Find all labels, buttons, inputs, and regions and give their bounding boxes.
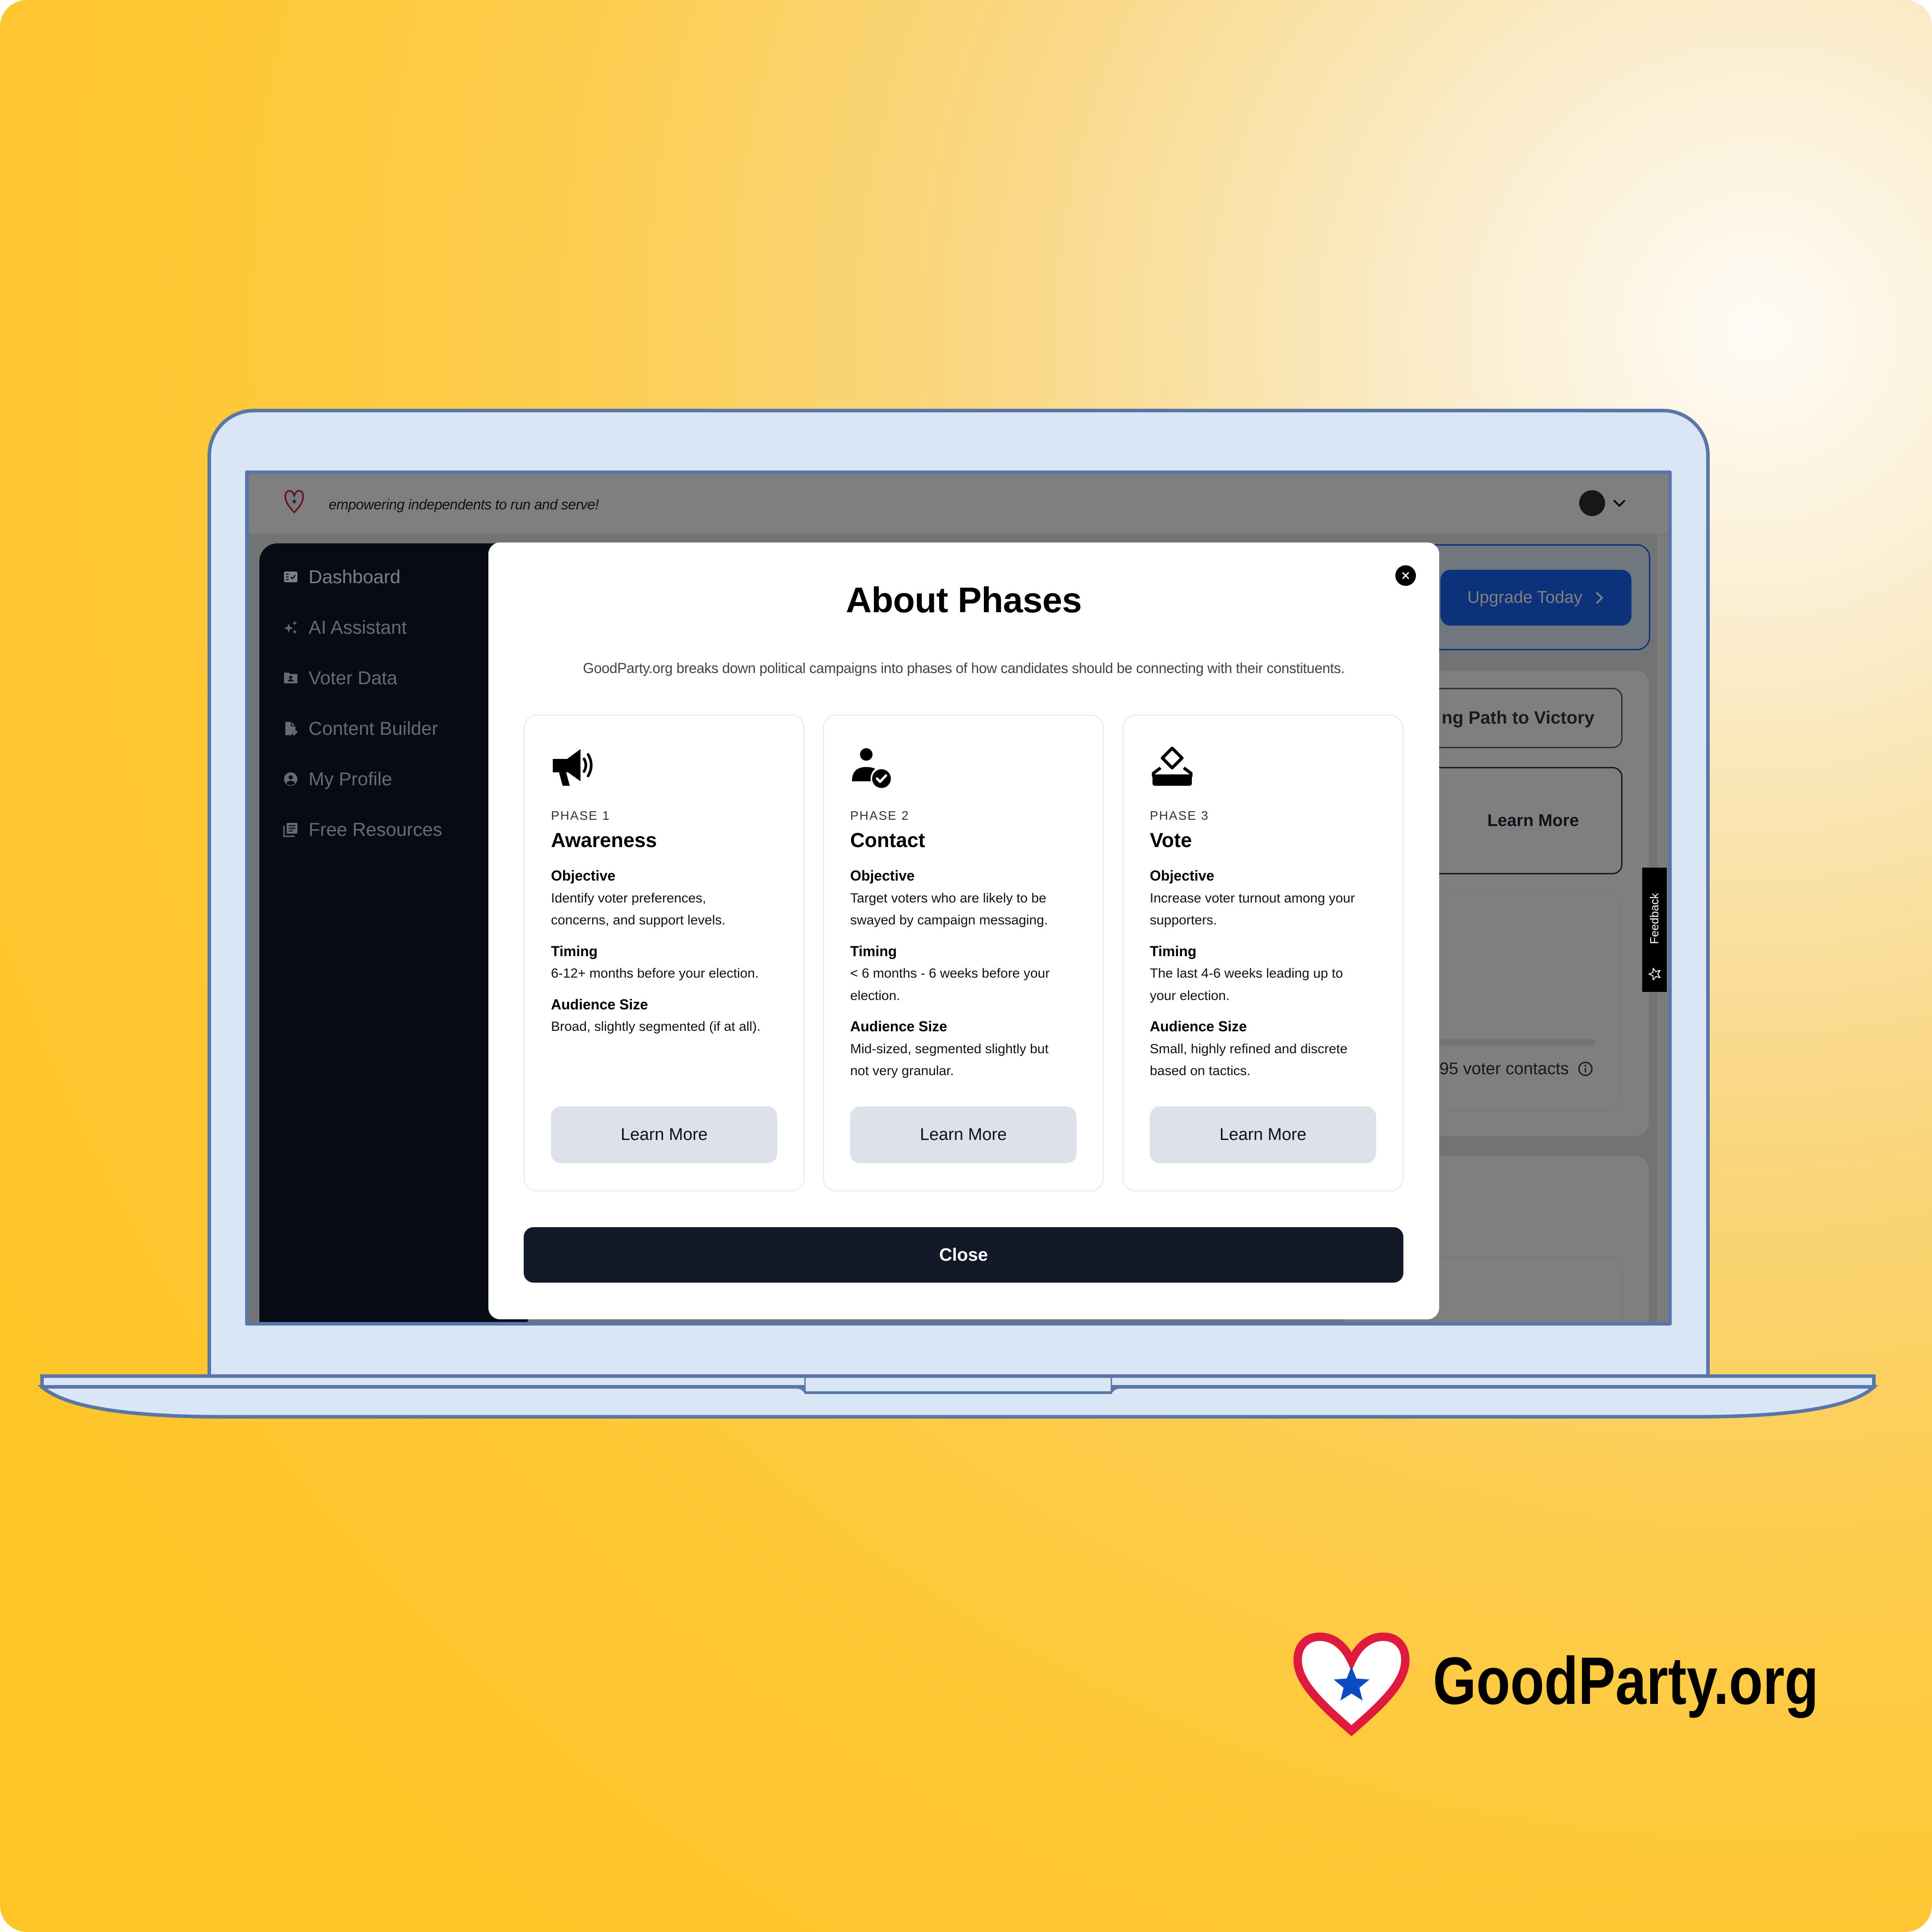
audience-size-section: Audience Size Mid-sized, segmented sligh… xyxy=(850,1016,1092,1082)
close-button[interactable]: Close xyxy=(524,1227,1403,1283)
section-heading: Objective xyxy=(1150,868,1215,884)
section-heading: Audience Size xyxy=(551,996,648,1013)
learn-more-button-awareness[interactable]: Learn More xyxy=(551,1106,777,1163)
about-phases-modal: About Phases GoodParty.org breaks down p… xyxy=(488,542,1439,1319)
objective-section: Objective Identify voter preferences, co… xyxy=(551,865,792,932)
phase-name: Awareness xyxy=(551,829,657,852)
section-heading: Timing xyxy=(850,943,897,959)
section-heading: Timing xyxy=(551,943,598,959)
megaphone-icon xyxy=(553,749,593,786)
phase-details: Objective Identify voter preferences, co… xyxy=(551,865,792,1038)
objective-section: Objective Target voters who are likely t… xyxy=(850,865,1092,932)
section-heading: Audience Size xyxy=(850,1018,947,1034)
learn-more-button-vote[interactable]: Learn More xyxy=(1150,1106,1376,1163)
ballot-box-icon xyxy=(1152,746,1193,786)
section-text: Identify voter preferences, concerns, an… xyxy=(551,890,726,928)
feedback-label: Feedback xyxy=(1648,893,1661,945)
phase-details: Objective Target voters who are likely t… xyxy=(850,865,1092,1082)
phase-label: PHASE 1 xyxy=(551,809,610,822)
modal-subtitle: GoodParty.org breaks down political camp… xyxy=(583,660,1345,676)
close-icon xyxy=(1402,572,1409,579)
phase-name: Vote xyxy=(1150,829,1192,852)
timing-section: Timing 6-12+ months before your election… xyxy=(551,941,792,985)
timing-section: Timing < 6 months - 6 weeks before your … xyxy=(850,941,1092,1007)
section-text: < 6 months - 6 weeks before your electio… xyxy=(850,966,1050,1003)
phase-card-vote: PHASE 3 Vote Objective Increase voter tu… xyxy=(1123,715,1403,1191)
section-heading: Objective xyxy=(850,868,915,884)
star-outline-icon xyxy=(1648,968,1661,980)
section-text: Increase voter turnout among your suppor… xyxy=(1150,890,1355,928)
laptop-base xyxy=(37,1374,1878,1419)
phase-label: PHASE 3 xyxy=(1150,809,1209,822)
audience-size-section: Audience Size Small, highly refined and … xyxy=(1150,1016,1391,1082)
section-text: Small, highly refined and discrete based… xyxy=(1150,1041,1347,1079)
heart-star-logo-icon xyxy=(1293,1632,1410,1737)
person-check-icon xyxy=(852,748,891,788)
feedback-tab[interactable]: Feedback xyxy=(1642,868,1667,992)
phase-name: Contact xyxy=(850,829,925,852)
section-heading: Audience Size xyxy=(1150,1018,1247,1034)
section-text: Broad, slightly segmented (if at all). xyxy=(551,1019,761,1034)
timing-section: Timing The last 4-6 weeks leading up to … xyxy=(1150,941,1391,1007)
modal-title: About Phases xyxy=(846,580,1082,620)
section-text: Target voters who are likely to be swaye… xyxy=(850,890,1048,928)
audience-size-section: Audience Size Broad, slightly segmented … xyxy=(551,994,792,1038)
learn-more-button-contact[interactable]: Learn More xyxy=(850,1106,1076,1163)
phase-details: Objective Increase voter turnout among y… xyxy=(1150,865,1391,1082)
phase-label: PHASE 2 xyxy=(850,809,910,822)
section-heading: Objective xyxy=(551,868,616,884)
phase-card-contact: PHASE 2 Contact Objective Target voters … xyxy=(823,715,1104,1191)
section-text: The last 4-6 weeks leading up to your el… xyxy=(1150,966,1343,1003)
laptop-screen: empowering independents to run and serve… xyxy=(245,470,1672,1326)
section-text: 6-12+ months before your election. xyxy=(551,966,759,981)
phase-card-awareness: PHASE 1 Awareness Objective Identify vot… xyxy=(524,715,805,1191)
objective-section: Objective Increase voter turnout among y… xyxy=(1150,865,1391,932)
section-heading: Timing xyxy=(1150,943,1197,959)
brand-wordmark: GoodParty.org xyxy=(1433,1643,1819,1718)
promo-background: empowering independents to run and serve… xyxy=(0,0,1932,1932)
section-text: Mid-sized, segmented slightly but not ve… xyxy=(850,1041,1049,1079)
